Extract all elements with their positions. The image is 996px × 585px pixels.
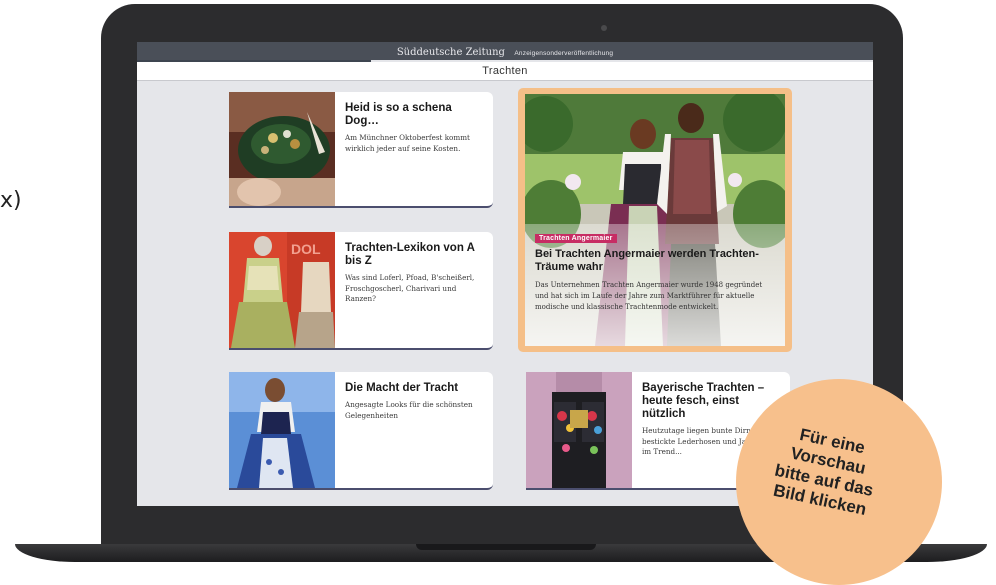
laptop-notch [416, 544, 596, 550]
couple-in-tracht-image[interactable]: Trachten Angermaier Bei Trachten Angerma… [525, 94, 785, 346]
article-card[interactable]: Die Macht der Tracht Angesagte Looks für… [229, 372, 493, 490]
tab-trachten[interactable]: Trachten [137, 62, 873, 81]
site-header: Süddeutsche Zeitung Anzeigensonderveröff… [137, 42, 873, 60]
card-teaser: Was sind Loferl, Pfoad, B'scheißerl, Fro… [345, 273, 475, 303]
svg-text:DOL: DOL [291, 241, 321, 257]
site-logo[interactable]: Süddeutsche Zeitung [397, 47, 505, 58]
article-card[interactable]: Heid is so a schena Dog… Am Münchner Okt… [229, 92, 493, 208]
preview-hint-text: Für eine Vorschau bitte auf das Bild kli… [736, 413, 922, 529]
featured-lead: Das Unternehmen Trachten Angermaier wurd… [535, 281, 763, 311]
embroidered-vest-image[interactable] [526, 372, 632, 488]
featured-article[interactable]: Trachten Angermaier Bei Trachten Angerma… [518, 88, 792, 352]
card-title[interactable]: Heid is so a schena Dog… [345, 102, 485, 128]
card-teaser: Angesagte Looks für die schönsten Gelege… [345, 400, 473, 420]
edge-text-fragment: x) [0, 188, 22, 213]
preview-hint-badge[interactable]: Für eine Vorschau bitte auf das Bild kli… [736, 379, 942, 585]
oktoberfest-hat-image[interactable] [229, 92, 335, 206]
sponsor-badge: Trachten Angermaier [535, 234, 617, 243]
card-teaser: Am Münchner Oktoberfest kommt wirklich j… [345, 133, 470, 153]
site-subtitle: Anzeigensonderveröffentlichung [514, 50, 614, 57]
card-title[interactable]: Trachten-Lexikon von A bis Z [345, 242, 485, 268]
dirndl-mannequin-image[interactable]: DOL [229, 232, 335, 348]
article-card[interactable]: DOL Trachten-Lexikon von A bis Z Was sin… [229, 232, 493, 350]
woman-dirndl-image[interactable] [229, 372, 335, 488]
featured-title[interactable]: Bei Trachten Angermaier werden Trachten-… [535, 248, 777, 274]
card-title[interactable]: Die Macht der Tracht [345, 382, 485, 395]
camera-icon [601, 25, 607, 31]
